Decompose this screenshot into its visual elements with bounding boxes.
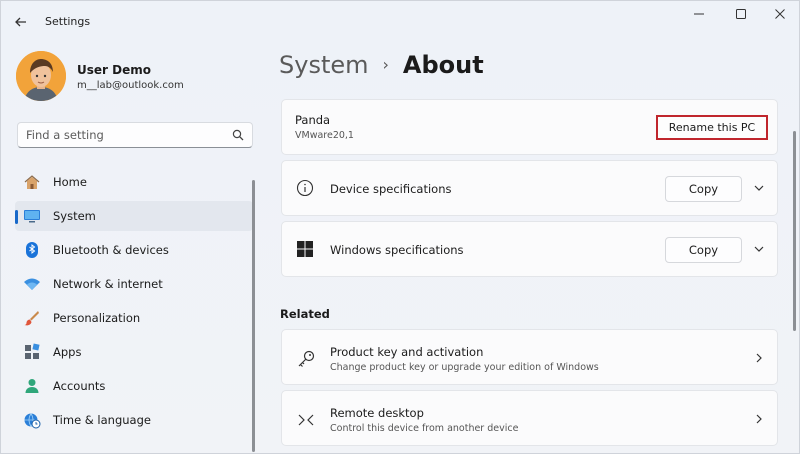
- home-icon: [24, 175, 40, 189]
- related-item-remote-desktop[interactable]: Remote desktop Control this device from …: [281, 390, 778, 446]
- settings-window: Settings User Demo m__lab@outlook.com Fi…: [0, 0, 800, 454]
- page-title: About: [402, 51, 484, 79]
- related-item-description: Change product key or upgrade your editi…: [330, 362, 599, 373]
- brush-icon: [24, 311, 39, 326]
- search-icon[interactable]: [232, 129, 244, 141]
- back-button[interactable]: [11, 12, 31, 32]
- info-icon: [296, 179, 314, 197]
- person-icon: [25, 379, 39, 393]
- sidebar-item-network[interactable]: Network & internet: [15, 269, 253, 299]
- selection-indicator: [15, 210, 18, 224]
- key-icon: [298, 350, 315, 367]
- maximize-icon: [736, 9, 746, 19]
- sidebar-item-time-language[interactable]: Time & language: [15, 405, 253, 435]
- chevron-down-icon[interactable]: [752, 181, 766, 195]
- user-email: m__lab@outlook.com: [77, 80, 184, 91]
- search-box: [17, 122, 253, 148]
- bluetooth-icon: [26, 242, 38, 258]
- related-item-label: Remote desktop: [330, 406, 424, 420]
- sidebar-item-label: Personalization: [53, 311, 141, 325]
- user-name: User Demo: [77, 63, 151, 77]
- avatar[interactable]: [16, 51, 66, 101]
- sidebar-item-accounts[interactable]: Accounts: [15, 371, 253, 401]
- chevron-right-icon: ›: [382, 55, 389, 74]
- minimize-icon: [694, 13, 704, 15]
- pc-name-card: Panda VMware20,1 Rename this PC: [281, 99, 778, 155]
- globe-clock-icon: [24, 413, 41, 429]
- arrow-left-icon: [15, 17, 26, 27]
- sidebar-item-label: Time & language: [53, 413, 151, 427]
- chevron-down-icon[interactable]: [752, 242, 766, 256]
- windows-logo-icon: [297, 241, 313, 257]
- windows-specifications-label: Windows specifications: [330, 243, 464, 257]
- sidebar-item-label: Accounts: [53, 379, 106, 393]
- sidebar-item-home[interactable]: Home: [15, 167, 253, 197]
- pc-model: VMware20,1: [295, 130, 354, 141]
- sidebar-item-label: Bluetooth & devices: [53, 243, 169, 257]
- copy-device-specs-button[interactable]: Copy: [665, 176, 742, 202]
- system-icon: [24, 210, 40, 223]
- wifi-icon: [24, 278, 40, 290]
- pc-name: Panda: [295, 113, 331, 127]
- rename-pc-button[interactable]: Rename this PC: [656, 115, 768, 140]
- chevron-right-icon: [756, 353, 762, 363]
- main-scrollbar[interactable]: [793, 131, 796, 331]
- user-avatar-icon: [16, 51, 66, 101]
- search-input[interactable]: [18, 123, 228, 147]
- breadcrumb: System › About: [279, 51, 484, 83]
- remote-desktop-icon: [298, 414, 314, 426]
- related-section-title: Related: [280, 307, 330, 321]
- maximize-button[interactable]: [726, 7, 756, 25]
- title-bar: Settings: [1, 1, 800, 41]
- sidebar-nav: Home System Bluetooth & devices Network: [15, 167, 253, 439]
- related-item-label: Product key and activation: [330, 345, 484, 359]
- sidebar-item-apps[interactable]: Apps: [15, 337, 253, 367]
- breadcrumb-parent[interactable]: System: [279, 51, 369, 79]
- sidebar-item-bluetooth[interactable]: Bluetooth & devices: [15, 235, 253, 265]
- sidebar-item-label: Network & internet: [53, 277, 163, 291]
- device-specifications-label: Device specifications: [330, 182, 452, 196]
- sidebar-item-personalization[interactable]: Personalization: [15, 303, 253, 333]
- sidebar-scrollbar[interactable]: [252, 180, 255, 452]
- minimize-button[interactable]: [684, 7, 714, 25]
- close-button[interactable]: [765, 7, 795, 25]
- app-title: Settings: [45, 15, 91, 28]
- sidebar-item-label: System: [53, 209, 96, 223]
- chevron-right-icon: [756, 414, 762, 424]
- windows-specifications-card[interactable]: Windows specifications Copy: [281, 221, 778, 277]
- sidebar-item-label: Apps: [53, 345, 82, 359]
- sidebar-item-label: Home: [53, 175, 87, 189]
- copy-windows-specs-button[interactable]: Copy: [665, 237, 742, 263]
- sidebar-item-system[interactable]: System: [15, 201, 253, 231]
- related-item-product-key[interactable]: Product key and activation Change produc…: [281, 329, 778, 385]
- device-specifications-card[interactable]: Device specifications Copy: [281, 160, 778, 216]
- close-icon: [775, 9, 785, 19]
- apps-icon: [25, 343, 40, 359]
- related-item-description: Control this device from another device: [330, 423, 519, 434]
